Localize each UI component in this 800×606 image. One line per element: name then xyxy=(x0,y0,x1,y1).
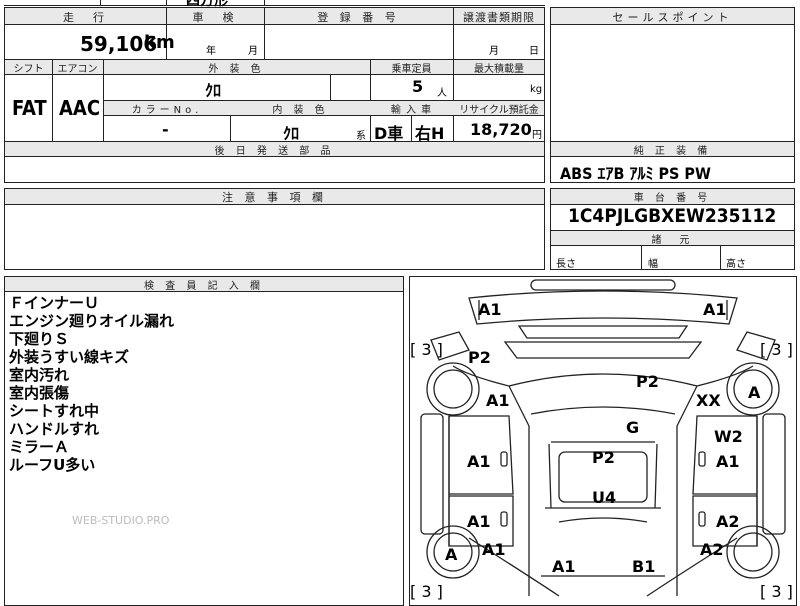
max-load-header: 最大積載量 xyxy=(474,64,524,75)
aircon-value: AAC xyxy=(59,96,101,120)
transfer-month-label: 月 xyxy=(489,46,499,57)
shaken-header: 車 検 xyxy=(192,11,238,24)
later-parts-header: 後 日 発 送 部 品 xyxy=(214,146,335,157)
damage-mark: B1 xyxy=(632,557,656,576)
damage-mark: A1 xyxy=(552,557,576,576)
inspector-note: シートすれ中 xyxy=(9,402,100,420)
damage-mark: XX xyxy=(696,391,721,410)
inspector-note: エンジン廻りオイル漏れ xyxy=(9,312,175,330)
damage-mark: A xyxy=(748,383,761,402)
mileage-unit: km xyxy=(144,32,175,53)
dimensions-header: 諸 元 xyxy=(651,235,694,246)
shaken-year-label: 年 xyxy=(206,46,216,57)
damage-mark: A1 xyxy=(716,452,740,471)
exterior-color-value: ｸﾛ xyxy=(205,81,222,100)
registration-header: 登 録 番 号 xyxy=(317,11,400,24)
capacity-value: 5 xyxy=(412,77,424,96)
color-no-header: カラーNo. xyxy=(131,105,203,116)
shift-value: FAT xyxy=(12,96,47,120)
tire-tread-front-right: [ 3 ] xyxy=(760,340,793,359)
interior-color-suffix: 系 xyxy=(356,131,366,142)
max-load-unit: kg xyxy=(530,84,543,95)
inspector-note: ミラーＡ xyxy=(9,438,70,456)
caution-header: 注 意 事 項 欄 xyxy=(222,191,327,204)
damage-mark: A1 xyxy=(467,452,491,471)
chassis-header: 車 台 番 号 xyxy=(633,193,712,204)
transfer-header: 譲渡書類期限 xyxy=(463,11,535,24)
damage-mark: W2 xyxy=(714,427,743,446)
damage-mark: P2 xyxy=(592,448,615,467)
tire-tread-rear-right: [ 3 ] xyxy=(760,582,793,601)
chassis-number: 1C4PJLGBXEW235112 xyxy=(568,205,777,227)
recycle-unit: 円 xyxy=(532,130,542,141)
damage-mark: P2 xyxy=(636,372,659,391)
equipment-value: ABS ｴｱB ｱﾙﾐ PS PW xyxy=(560,164,711,183)
inspector-note: ハンドルすれ xyxy=(9,420,100,438)
damage-mark: A1 xyxy=(482,540,506,559)
exterior-color-header: 外 装 色 xyxy=(208,64,265,75)
aircon-header: エアコン xyxy=(57,64,98,75)
watermark: WEB-STUDIO.PRO xyxy=(72,514,170,527)
damage-mark: A2 xyxy=(700,540,724,559)
dimension-height-label: 高さ xyxy=(726,259,746,270)
damage-mark: A1 xyxy=(703,300,727,319)
inspector-note: 外装うすい線キズ xyxy=(9,348,130,366)
damage-mark: G xyxy=(626,418,640,437)
shift-header: シフト xyxy=(13,64,44,75)
capacity-unit: 人 xyxy=(437,88,447,99)
inspector-note: ルーフU多い xyxy=(9,456,96,474)
recycle-header: リサイクル預託金 xyxy=(459,105,539,116)
damage-mark: A1 xyxy=(486,391,510,410)
mileage-header: 走 行 xyxy=(63,11,108,24)
tire-tread-front-left: [ 3 ] xyxy=(410,340,443,359)
tire-tread-rear-left: [ 3 ] xyxy=(410,582,443,601)
recycle-value: 18,720 xyxy=(470,120,532,139)
color-no-value: - xyxy=(162,120,169,139)
inspector-notes: ＦインナーＵ エンジン廻りオイル漏れ 下廻りＳ 外装うすい線キズ 室内汚れ 室内… xyxy=(9,294,399,474)
inspector-note: ＦインナーＵ xyxy=(9,294,100,312)
dimension-width-label: 幅 xyxy=(648,259,658,270)
inspector-note: 室内張傷 xyxy=(9,384,70,402)
import-header: 輸 入 車 xyxy=(390,105,433,116)
shaken-month-label: 月 xyxy=(248,46,258,57)
damage-mark: P2 xyxy=(468,348,491,367)
interior-color-header: 内 装 色 xyxy=(272,105,329,116)
transfer-day-label: 日 xyxy=(529,46,539,57)
damage-mark: A1 xyxy=(478,300,502,319)
sales-points-header: セールスポイント xyxy=(612,11,733,24)
damage-mark: A xyxy=(445,545,458,564)
damage-mark: U4 xyxy=(592,488,617,507)
inspector-note: 下廻りＳ xyxy=(9,330,70,348)
capacity-header: 乗車定員 xyxy=(391,64,432,75)
equipment-header: 純 正 装 備 xyxy=(633,146,712,157)
inspector-header: 検 査 員 記 入 欄 xyxy=(144,281,264,292)
inspector-note: 室内汚れ xyxy=(9,366,70,384)
damage-mark: A2 xyxy=(716,512,740,531)
dimension-length-label: 長さ xyxy=(556,259,576,270)
damage-mark: A1 xyxy=(467,512,491,531)
